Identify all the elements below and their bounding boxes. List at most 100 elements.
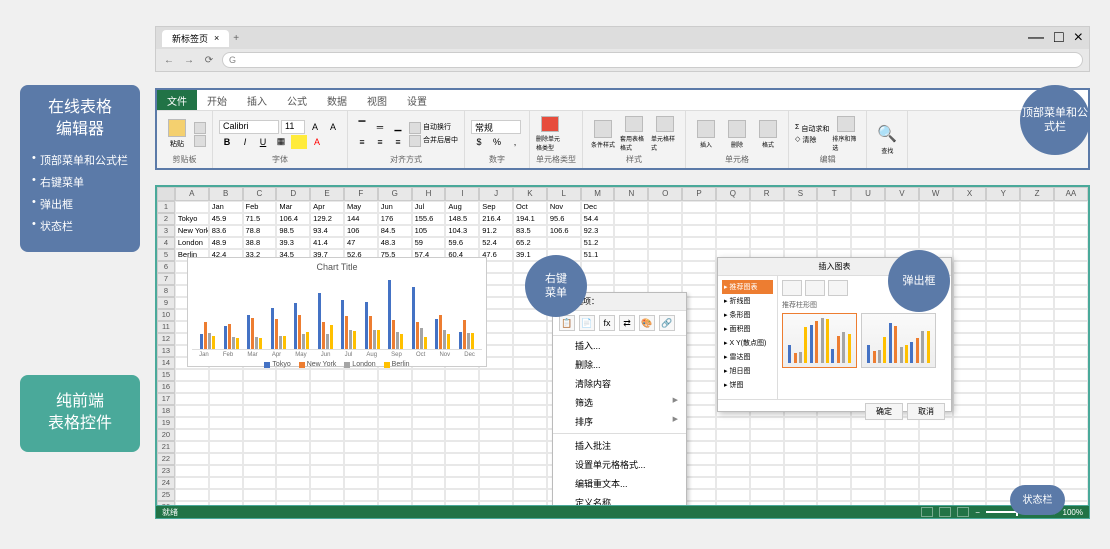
cell[interactable] <box>885 225 919 237</box>
close-tab-icon[interactable]: × <box>214 33 219 43</box>
cell[interactable] <box>1054 357 1088 369</box>
cell[interactable] <box>513 477 547 489</box>
comma-icon[interactable]: , <box>507 135 523 149</box>
cell[interactable] <box>1054 237 1088 249</box>
cell[interactable] <box>986 417 1020 429</box>
row-header[interactable]: 19 <box>157 417 175 429</box>
reload-icon[interactable]: ⟳ <box>202 53 216 67</box>
cell[interactable] <box>953 357 987 369</box>
dialog-category[interactable]: ▸ 雷达图 <box>722 350 773 364</box>
cell[interactable] <box>479 429 513 441</box>
cell[interactable] <box>682 417 716 429</box>
copy-icon[interactable] <box>194 135 206 147</box>
cell[interactable]: 105 <box>412 225 446 237</box>
cell[interactable] <box>513 357 547 369</box>
cell[interactable] <box>209 477 243 489</box>
cell[interactable] <box>412 405 446 417</box>
cell[interactable] <box>919 429 953 441</box>
cell[interactable] <box>682 261 716 273</box>
cell[interactable] <box>479 489 513 501</box>
row-header[interactable]: 18 <box>157 405 175 417</box>
cell[interactable] <box>209 465 243 477</box>
cell[interactable]: Sep <box>479 201 513 213</box>
cell[interactable] <box>513 369 547 381</box>
cell[interactable] <box>479 453 513 465</box>
cell[interactable]: New York <box>175 225 209 237</box>
column-header[interactable]: D <box>276 187 310 201</box>
cell[interactable] <box>648 249 682 261</box>
cell[interactable] <box>851 465 885 477</box>
cell[interactable] <box>986 285 1020 297</box>
cell[interactable] <box>885 429 919 441</box>
cell[interactable] <box>276 393 310 405</box>
cell[interactable] <box>175 393 209 405</box>
cell[interactable] <box>750 441 784 453</box>
cell-style-button[interactable]: 单元格样式 <box>651 116 679 152</box>
cell[interactable]: 106.6 <box>547 225 581 237</box>
cell[interactable] <box>175 429 209 441</box>
view-normal-icon[interactable] <box>921 507 933 517</box>
cell[interactable]: 194.1 <box>513 213 547 225</box>
cell[interactable] <box>919 465 953 477</box>
ribbon-tab-0[interactable]: 文件 <box>157 90 197 110</box>
cell[interactable] <box>209 393 243 405</box>
autosum-button[interactable]: Σ 自动求和 <box>795 124 829 134</box>
cell[interactable] <box>1054 333 1088 345</box>
cell[interactable] <box>682 441 716 453</box>
cell[interactable] <box>175 441 209 453</box>
cell[interactable] <box>986 321 1020 333</box>
cell[interactable] <box>919 237 953 249</box>
cell[interactable] <box>513 405 547 417</box>
row-header[interactable]: 25 <box>157 489 175 501</box>
align-bottom-icon[interactable]: ▁ <box>390 120 406 134</box>
cell[interactable] <box>716 453 750 465</box>
cell[interactable] <box>1020 297 1054 309</box>
cell[interactable] <box>1020 417 1054 429</box>
column-header[interactable]: I <box>445 187 479 201</box>
paste-transpose-icon[interactable]: ⇄ <box>619 315 635 331</box>
cell[interactable] <box>986 345 1020 357</box>
cell[interactable] <box>986 429 1020 441</box>
column-header[interactable]: Z <box>1020 187 1054 201</box>
row-header[interactable]: 14 <box>157 357 175 369</box>
cell[interactable] <box>209 489 243 501</box>
cell[interactable] <box>885 477 919 489</box>
cell[interactable] <box>276 489 310 501</box>
cell[interactable] <box>378 441 412 453</box>
cell[interactable]: 176 <box>378 213 412 225</box>
cell[interactable] <box>513 465 547 477</box>
row-header[interactable]: 13 <box>157 345 175 357</box>
cell[interactable] <box>1054 429 1088 441</box>
cell[interactable] <box>986 225 1020 237</box>
cell[interactable] <box>817 225 851 237</box>
cell[interactable] <box>614 213 648 225</box>
cell[interactable] <box>682 333 716 345</box>
cell[interactable] <box>310 453 344 465</box>
cell[interactable] <box>175 369 209 381</box>
cell[interactable] <box>784 489 818 501</box>
paste-formatting-icon[interactable]: 🎨 <box>639 315 655 331</box>
cell[interactable] <box>817 489 851 501</box>
cell[interactable] <box>513 393 547 405</box>
context-menu-item[interactable]: 清除内容 <box>553 374 686 393</box>
cell[interactable] <box>412 465 446 477</box>
cell[interactable]: 39.3 <box>276 237 310 249</box>
zoom-level[interactable]: 100% <box>1063 508 1083 517</box>
cell[interactable] <box>682 321 716 333</box>
cell[interactable] <box>682 405 716 417</box>
cell[interactable] <box>817 237 851 249</box>
cond-format-button[interactable]: 条件样式 <box>589 116 617 152</box>
cell[interactable] <box>919 213 953 225</box>
chart-type-icon[interactable] <box>828 280 848 296</box>
row-header[interactable]: 6 <box>157 261 175 273</box>
column-header[interactable]: B <box>209 187 243 201</box>
column-header[interactable]: U <box>851 187 885 201</box>
cell[interactable] <box>682 453 716 465</box>
cell[interactable] <box>682 357 716 369</box>
cell[interactable] <box>648 273 682 285</box>
cell[interactable] <box>378 369 412 381</box>
currency-icon[interactable]: $ <box>471 135 487 149</box>
cell[interactable] <box>682 225 716 237</box>
cell[interactable] <box>1054 249 1088 261</box>
cell[interactable] <box>378 393 412 405</box>
